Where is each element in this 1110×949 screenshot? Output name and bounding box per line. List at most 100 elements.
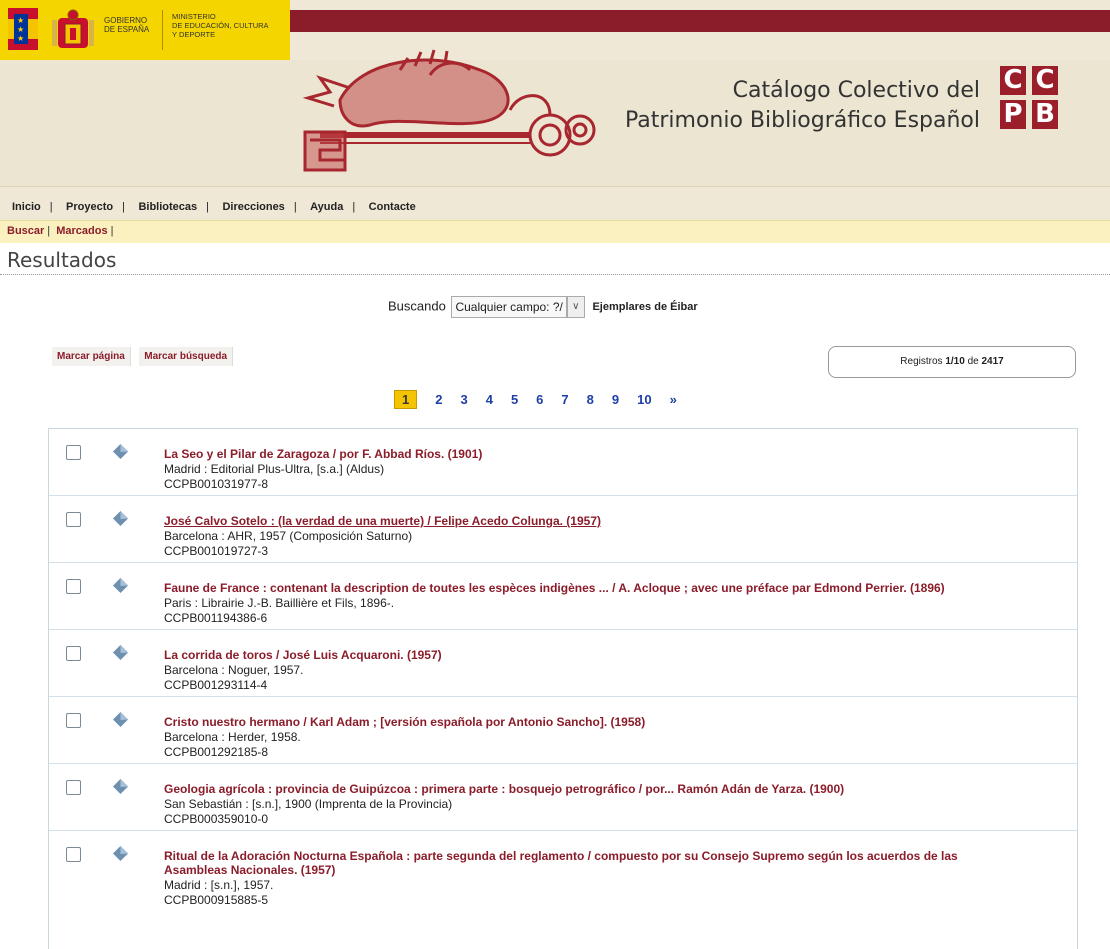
result-item: Geologia agrícola : provincia de Guipúzc… [49, 764, 1077, 831]
result-checkbox[interactable] [66, 445, 81, 460]
nav-item-direcciones[interactable]: Direcciones [222, 201, 284, 213]
ministerio-text: MINISTERIO DE EDUCACIÓN, CULTURA Y DEPOR… [172, 12, 269, 39]
logo-letter: C [1000, 66, 1026, 95]
page-title: Resultados [7, 248, 117, 272]
search-label: Buscando [388, 298, 446, 314]
book-icon [113, 444, 128, 459]
result-id: CCPB001019727-3 [164, 544, 269, 558]
main-nav: Inicio | Proyecto | Bibliotecas | Direccion… [0, 186, 1110, 221]
gobierno-text: GOBIERNO DE ESPAÑA [104, 16, 150, 34]
subnav-item-buscar[interactable]: Buscar [7, 225, 44, 237]
result-item: José Calvo Sotelo : (la verdad de una mu… [49, 496, 1077, 563]
result-title-link[interactable]: Faune de France : contenant la descripti… [164, 581, 1064, 595]
result-item: La corrida de toros / José Luis Acquaron… [49, 630, 1077, 697]
logo-letter: P [1000, 100, 1026, 129]
page-link[interactable]: 9 [612, 392, 619, 407]
result-publication: San Sebastián : [s.n.], 1900 (Imprenta d… [164, 797, 453, 811]
result-publication: Paris : Librairie J.-B. Baillière et Fil… [164, 596, 395, 610]
result-publication: Madrid : [s.n.], 1957. [164, 878, 274, 892]
records-of: de [967, 356, 979, 367]
catalog-title-line1: Catálogo Colectivo del [732, 78, 980, 103]
ccpb-logo[interactable]: C C P B [1000, 66, 1060, 132]
records-prefix: Registros [900, 356, 943, 367]
result-id: CCPB001194386-6 [164, 611, 268, 625]
result-title-link[interactable]: Cristo nuestro hermano / Karl Adam ; [ve… [164, 715, 1064, 729]
nav-separator: | [122, 201, 125, 213]
page-link[interactable]: 4 [486, 392, 493, 407]
nav-item-proyecto[interactable]: Proyecto [66, 201, 113, 213]
result-id: CCPB001031977-8 [164, 477, 269, 491]
logo-letter: C [1032, 66, 1058, 95]
banner-red-bar [290, 10, 1110, 32]
subnav-separator: | [110, 225, 114, 237]
book-icon [113, 712, 128, 727]
mark-actions: Marcar página Marcar búsqueda [52, 346, 237, 366]
records-count-box: Registros 1/10 de 2417 [828, 346, 1076, 378]
page-link[interactable]: 2 [435, 392, 442, 407]
result-publication: Barcelona : Noguer, 1957. [164, 663, 304, 677]
result-title-link[interactable]: Ritual de la Adoración Nocturna Española… [164, 849, 1064, 877]
site-banner: ★ ★ ★ GOBIERNO DE ESPAÑA MINISTERIO DE EDU… [0, 0, 1110, 186]
result-checkbox[interactable] [66, 713, 81, 728]
search-field-select[interactable]: Cualquier campo: ?/ [451, 296, 567, 318]
result-publication: Madrid : Editorial Plus-Ultra, [s.a.] (A… [164, 462, 385, 476]
result-checkbox[interactable] [66, 579, 81, 594]
logo-divider [162, 10, 163, 50]
next-page-link[interactable]: » [670, 392, 677, 407]
result-item: Faune de France : contenant la descripti… [49, 563, 1077, 630]
records-total: 2417 [981, 356, 1004, 367]
result-item: Cristo nuestro hermano / Karl Adam ; [ve… [49, 697, 1077, 764]
catalog-title-line2: Patrimonio Bibliográfico Español [624, 108, 980, 133]
page-link[interactable]: 10 [637, 392, 651, 407]
nav-item-ayuda[interactable]: Ayuda [310, 201, 343, 213]
result-title-line: Asambleas Nacionales. (1957) [164, 863, 336, 877]
nav-separator: | [49, 201, 53, 213]
nav-item-bibliotecas[interactable]: Bibliotecas [138, 201, 197, 213]
result-checkbox[interactable] [66, 780, 81, 795]
result-publication: Barcelona : Herder, 1958. [164, 730, 301, 744]
chevron-down-icon[interactable]: ∨ [566, 296, 585, 318]
records-range: 1/10 [945, 356, 965, 367]
result-title-link[interactable]: La corrida de toros / José Luis Acquaron… [164, 648, 1064, 662]
result-item: Ritual de la Adoración Nocturna Española… [49, 831, 1077, 949]
page-link[interactable]: 7 [561, 392, 568, 407]
gobierno-logo-block[interactable]: ★ ★ ★ GOBIERNO DE ESPAÑA MINISTERIO DE EDU… [0, 0, 290, 60]
result-title-line: Ritual de la Adoración Nocturna Española… [164, 849, 958, 863]
book-icon [113, 846, 128, 861]
search-summary: Buscando Cualquier campo: ?/∨ Ejemplares… [388, 296, 698, 318]
subnav-item-marcados[interactable]: Marcados [56, 225, 107, 237]
page-link[interactable]: 3 [460, 392, 467, 407]
result-title-link[interactable]: Geologia agrícola : provincia de Guipúzc… [164, 782, 1064, 796]
book-icon [113, 645, 128, 660]
result-id: CCPB001292185-8 [164, 745, 269, 759]
nav-separator: | [206, 201, 209, 213]
coat-of-arms-icon [52, 9, 94, 48]
result-title-link[interactable]: José Calvo Sotelo : (la verdad de una mu… [164, 514, 1064, 528]
book-icon [113, 511, 128, 526]
nav-separator: | [352, 201, 356, 213]
page-link[interactable]: 5 [511, 392, 518, 407]
result-item: La Seo y el Pilar de Zaragoza / por F. A… [49, 429, 1077, 496]
page-link[interactable]: 6 [536, 392, 543, 407]
nav-separator: | [293, 201, 297, 213]
result-title-link[interactable]: La Seo y el Pilar de Zaragoza / por F. A… [164, 447, 1064, 461]
eu-spain-flag-icon: ★ ★ ★ [8, 8, 38, 50]
nav-item-contacte[interactable]: Contacte [369, 201, 416, 213]
mark-page-button[interactable]: Marcar página [52, 347, 131, 366]
catalog-title: Catálogo Colectivo del Patrimonio Biblio… [620, 76, 980, 136]
book-icon [113, 578, 128, 593]
search-scope: Ejemplares de Éibar [592, 301, 698, 314]
result-id: CCPB001293114-4 [164, 678, 268, 692]
result-checkbox[interactable] [66, 847, 81, 862]
sub-nav: Buscar | Marcados | [0, 220, 1110, 243]
results-list: La Seo y el Pilar de Zaragoza / por F. A… [48, 428, 1078, 949]
page-current: 1 [394, 390, 418, 409]
result-checkbox[interactable] [66, 646, 81, 661]
result-checkbox[interactable] [66, 512, 81, 527]
mark-search-button[interactable]: Marcar búsqueda [139, 347, 234, 366]
nav-item-inicio[interactable]: Inicio [12, 201, 41, 213]
result-publication: Barcelona : AHR, 1957 (Composición Satur… [164, 529, 413, 543]
page-link[interactable]: 8 [587, 392, 594, 407]
book-icon [113, 779, 128, 794]
logo-letter: B [1032, 100, 1058, 129]
